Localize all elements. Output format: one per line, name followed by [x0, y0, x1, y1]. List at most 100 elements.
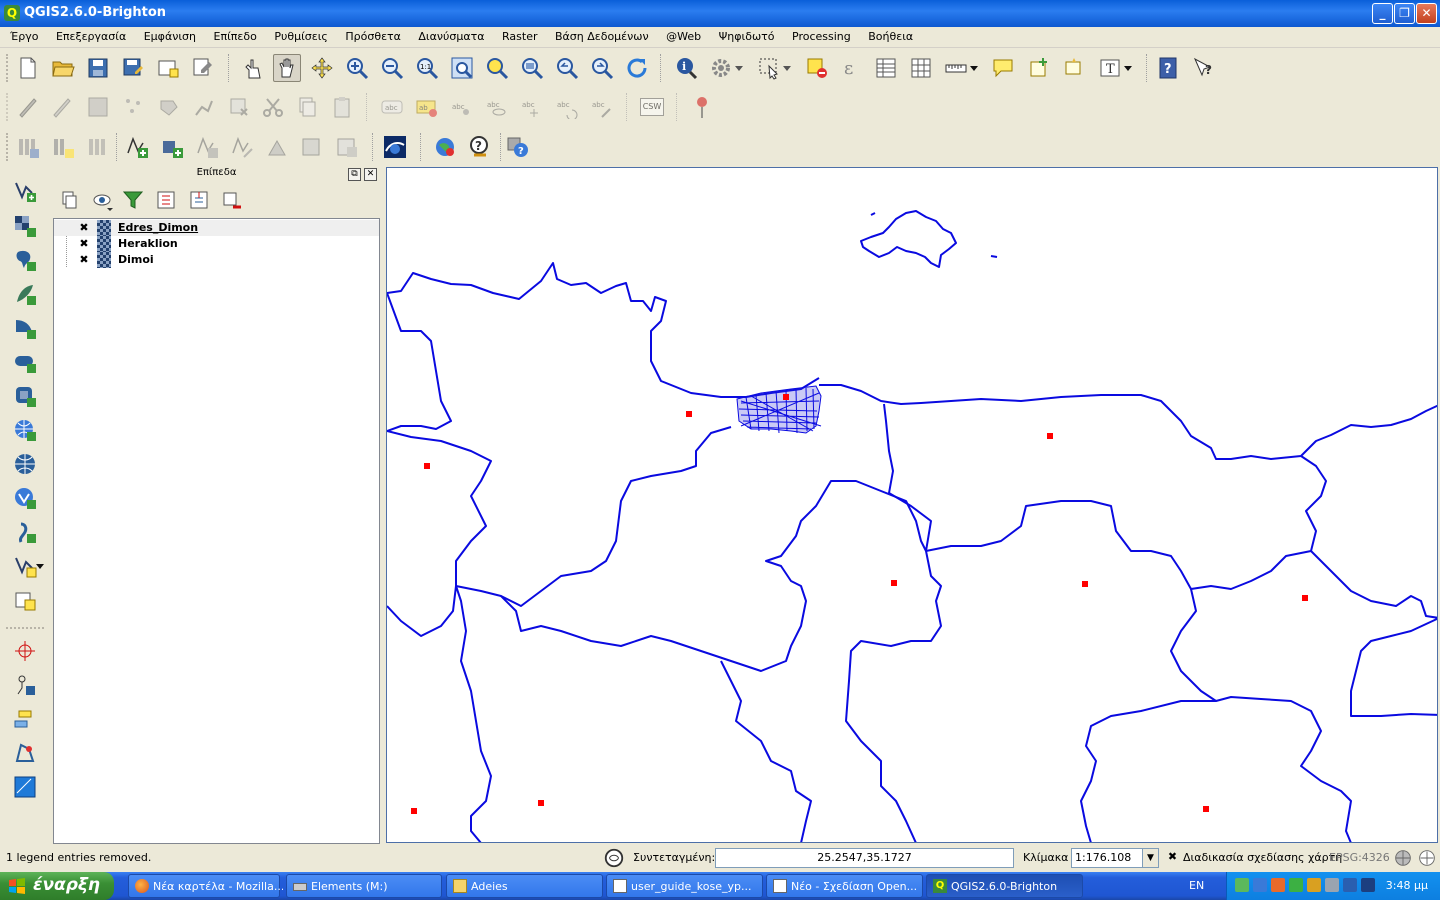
- add-delimited-layer-icon[interactable]: [49, 133, 77, 161]
- taskbar-item-firefox[interactable]: Νέα καρτέλα - Mozilla...: [128, 874, 283, 898]
- menu-project[interactable]: Έργο: [2, 27, 44, 43]
- coordinate-field[interactable]: 25.2547,35.1727: [715, 848, 1014, 868]
- csw-icon[interactable]: CSW: [638, 93, 666, 121]
- app-tray-icon[interactable]: [1271, 878, 1285, 892]
- monitor-icon[interactable]: [1361, 878, 1375, 892]
- plugin-manager-help-icon[interactable]: ?: [504, 133, 532, 161]
- layer-labeling-icon[interactable]: abc: [378, 93, 406, 121]
- node-tool-icon[interactable]: [190, 93, 218, 121]
- pin-marker-icon[interactable]: [688, 93, 716, 121]
- raster-tool-icon[interactable]: [298, 133, 326, 161]
- new-memory-layer-icon[interactable]: [11, 586, 39, 614]
- zoom-full-icon[interactable]: [448, 54, 476, 82]
- add-raster-layer-icon[interactable]: [11, 212, 39, 240]
- topology-checker-icon[interactable]: [11, 739, 39, 767]
- touch-zoom-icon[interactable]: [238, 54, 266, 82]
- show-hide-labels-icon[interactable]: abc: [483, 93, 511, 121]
- layer-name[interactable]: Heraklion: [118, 237, 178, 250]
- add-wcs-layer-icon[interactable]: [11, 450, 39, 478]
- layer-name[interactable]: Edres_Dimon: [118, 221, 198, 234]
- add-mssql-layer-icon[interactable]: [11, 314, 39, 342]
- menu-vector[interactable]: Διανύσματα: [410, 27, 490, 43]
- chevron-down-icon[interactable]: [34, 552, 46, 580]
- layer-name[interactable]: Dimoi: [118, 253, 154, 266]
- add-delimited-text-icon[interactable]: [11, 518, 39, 546]
- add-virtual-raster-icon[interactable]: [11, 382, 39, 410]
- label-highlight-icon[interactable]: ab: [413, 93, 441, 121]
- georeferencer-map-icon[interactable]: [11, 773, 39, 801]
- clock[interactable]: 3:48 μμ: [1386, 879, 1428, 892]
- add-spatialite-layer-icon[interactable]: [11, 280, 39, 308]
- minimize-button[interactable]: _: [1372, 3, 1393, 24]
- seat-point[interactable]: [686, 411, 692, 417]
- chevron-down-icon[interactable]: [781, 54, 793, 82]
- network-icon[interactable]: [1235, 878, 1249, 892]
- seat-point[interactable]: [1047, 433, 1053, 439]
- composer-manager-icon[interactable]: [189, 54, 217, 82]
- text-annotation-icon[interactable]: T: [1096, 54, 1124, 82]
- move-label-icon[interactable]: abc: [518, 93, 546, 121]
- new-project-icon[interactable]: [14, 54, 42, 82]
- add-group-icon[interactable]: [56, 186, 84, 214]
- refresh-icon[interactable]: [623, 54, 651, 82]
- deselect-features-icon[interactable]: [803, 54, 831, 82]
- layer-visibility-checkbox[interactable]: ✖: [79, 254, 89, 265]
- float-panel-icon[interactable]: ⧉: [348, 168, 361, 181]
- seat-point[interactable]: [891, 580, 897, 586]
- menu-processing[interactable]: Processing: [784, 27, 857, 43]
- google-earth-icon[interactable]: [381, 133, 409, 161]
- security-icon[interactable]: [1289, 878, 1303, 892]
- taskbar-item-adeies[interactable]: Adeies: [446, 874, 603, 898]
- update-icon[interactable]: [1307, 878, 1321, 892]
- whats-this-icon[interactable]: ?: [1190, 54, 1218, 82]
- volume-icon[interactable]: [1325, 878, 1339, 892]
- help-contents-icon[interactable]: ?: [1155, 54, 1183, 82]
- add-wfs-layer-icon[interactable]: [11, 484, 39, 512]
- coordinate-toggle-icon[interactable]: [603, 845, 625, 871]
- map-tips-icon[interactable]: [989, 54, 1017, 82]
- layer-visibility-checkbox[interactable]: ✖: [79, 222, 89, 233]
- chevron-down-icon[interactable]: [1122, 54, 1134, 82]
- usb-icon[interactable]: [1343, 878, 1357, 892]
- map-canvas[interactable]: [386, 167, 1438, 843]
- delete-selected-icon[interactable]: [225, 93, 253, 121]
- add-wms-layer-icon[interactable]: [11, 416, 39, 444]
- add-gps-layer-icon[interactable]: [14, 133, 42, 161]
- layer-visibility-checkbox[interactable]: ✖: [79, 238, 89, 249]
- gps-tools-icon[interactable]: [11, 671, 39, 699]
- render-checkbox[interactable]: ✖: [1167, 851, 1178, 862]
- close-button[interactable]: ✕: [1416, 3, 1437, 24]
- projection-icon[interactable]: [1392, 846, 1414, 870]
- menu-plugins[interactable]: Πρόσθετα: [337, 27, 407, 43]
- move-feature-icon[interactable]: [155, 93, 183, 121]
- menu-view[interactable]: Εμφάνιση: [136, 27, 202, 43]
- collapse-all-icon[interactable]: [185, 186, 213, 214]
- pan-to-selection-icon[interactable]: [308, 54, 336, 82]
- open-project-icon[interactable]: [49, 54, 77, 82]
- seat-point[interactable]: [783, 394, 789, 400]
- zoom-next-icon[interactable]: [588, 54, 616, 82]
- seat-point[interactable]: [1302, 595, 1308, 601]
- paste-features-icon[interactable]: [328, 93, 356, 121]
- display-icon[interactable]: [1253, 878, 1267, 892]
- expression-select-icon[interactable]: ε: [838, 54, 866, 82]
- pin-labels-icon[interactable]: abc: [448, 93, 476, 121]
- add-oracle-layer-icon[interactable]: [11, 348, 39, 376]
- taskbar-item-user-guide[interactable]: user_guide_kose_yp...: [606, 874, 763, 898]
- messages-icon[interactable]: [1416, 846, 1438, 870]
- cut-features-icon[interactable]: [259, 93, 287, 121]
- new-bookmark-icon[interactable]: [1025, 54, 1053, 82]
- menu-web[interactable]: @Web: [658, 27, 707, 43]
- save-edits-icon[interactable]: [84, 93, 112, 121]
- menu-help[interactable]: Βοήθεια: [860, 27, 919, 43]
- menu-settings[interactable]: Ρυθμίσεις: [266, 27, 334, 43]
- chevron-down-icon[interactable]: [968, 54, 980, 82]
- new-spatialite-icon[interactable]: [158, 133, 186, 161]
- remove-layer-icon[interactable]: [217, 186, 245, 214]
- expand-all-icon[interactable]: [152, 186, 180, 214]
- openlayers-plugin-icon[interactable]: [431, 133, 459, 161]
- layer-row-edres-dimon[interactable]: ✖ Edres_Dimon: [54, 220, 379, 236]
- seat-point[interactable]: [1082, 581, 1088, 587]
- zoom-last-icon[interactable]: [553, 54, 581, 82]
- zoom-to-layer-icon[interactable]: [518, 54, 546, 82]
